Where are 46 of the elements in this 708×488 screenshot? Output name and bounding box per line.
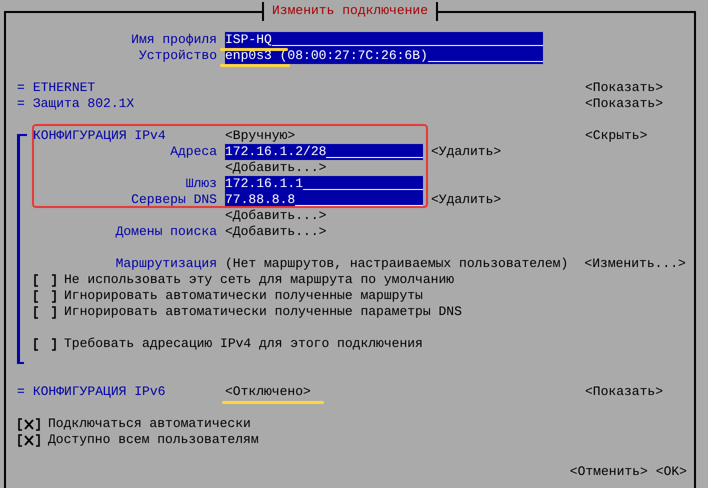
window-title: Изменить подключение xyxy=(262,2,438,21)
add-button[interactable]: <Добавить...> xyxy=(225,208,326,224)
input-field[interactable]: enp0s3 (08:00:27:7C:26:6B) xyxy=(225,48,543,64)
checkbox[interactable] xyxy=(33,338,57,350)
field-label: Шлюз xyxy=(184,176,217,192)
checkbox[interactable] xyxy=(33,290,57,302)
field-label: Устройство xyxy=(138,48,217,64)
edit-button[interactable]: <Изменить...> xyxy=(584,256,694,272)
checkbox-label: Игнорировать автоматически полученные маршруты xyxy=(64,288,423,304)
dialog-button[interactable]: <Отменить> xyxy=(570,464,648,480)
collapse-marker: = xyxy=(17,384,25,400)
collapse-marker: = xyxy=(17,96,25,112)
checkbox-label: Требовать адресацию IPv4 для этого подключения xyxy=(64,336,423,352)
checkbox[interactable] xyxy=(17,434,41,446)
toggle-button[interactable]: <Показать> xyxy=(585,384,694,400)
add-button[interactable]: <Добавить...> xyxy=(225,160,326,176)
toggle-button[interactable]: <Скрыть> xyxy=(585,128,694,144)
section-title: ETHERNET xyxy=(32,80,96,96)
toggle-button[interactable]: <Показать> xyxy=(585,80,694,96)
input-field[interactable]: 172.16.1.2/28 xyxy=(225,144,423,160)
checkbox-label: Не использовать эту сеть для маршрута по умолчанию xyxy=(64,272,454,288)
checkbox-label: Игнорировать автоматически полученные параметры DNS xyxy=(64,304,462,320)
checkbox-label: Доступно всем пользователям xyxy=(48,432,259,448)
routing-summary: (Нет маршрутов, настраиваемых пользователем) xyxy=(225,256,570,272)
section-title: КОНФИГУРАЦИЯ IPv4 xyxy=(33,128,166,144)
remove-button[interactable]: <Удалить> xyxy=(431,144,502,160)
checkbox-label: Подключаться автоматически xyxy=(48,416,251,432)
remove-button[interactable]: <Удалить> xyxy=(431,192,502,208)
field-label: Адреса xyxy=(169,144,217,160)
input-field[interactable]: ISP-HQ xyxy=(225,32,543,48)
section-title: КОНФИГУРАЦИЯ IPv6 xyxy=(32,384,166,400)
checkbox[interactable] xyxy=(33,274,57,286)
checkbox[interactable] xyxy=(33,306,57,318)
mode-button[interactable]: <Отключено> xyxy=(225,384,311,399)
field-label: Серверы DNS xyxy=(130,192,217,208)
section-title: Защита 802.1X xyxy=(32,96,134,112)
field-label: Маршрутизация xyxy=(114,256,217,272)
field-label: Имя профиля xyxy=(130,32,217,48)
mode-button[interactable]: <Вручную> xyxy=(225,128,296,143)
collapse-marker: = xyxy=(17,80,25,96)
toggle-button[interactable]: <Показать> xyxy=(585,96,694,112)
input-field[interactable]: 172.16.1.1 xyxy=(225,176,423,192)
add-button[interactable]: <Добавить...> xyxy=(225,224,326,240)
checkbox[interactable] xyxy=(17,418,41,430)
dialog-button[interactable]: <OK> xyxy=(656,464,687,480)
field-label: Домены поиска xyxy=(114,224,217,240)
